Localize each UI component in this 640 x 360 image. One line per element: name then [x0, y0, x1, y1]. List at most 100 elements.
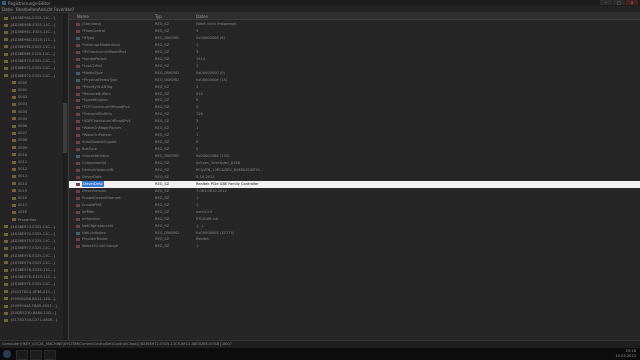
value-row[interactable]: ComponentId REG_SZ pci\ven_10ec&dev_8168	[69, 160, 640, 167]
maximize-button[interactable]: □	[613, 0, 625, 5]
value-row[interactable]: DriverDesc REG_SZ Realtek PCIe GBE Family …	[69, 180, 640, 188]
tree-item[interactable]: {4D36E971-E325-11C...}	[4, 65, 56, 72]
tree-item[interactable]: {4D36E97D-E325-11C...}	[4, 274, 56, 281]
close-button[interactable]: ×	[626, 0, 638, 5]
tree-item[interactable]: 0009	[12, 145, 27, 152]
tree-item[interactable]: {4D36E97B-E325-11C...}	[4, 267, 56, 274]
registry-key-tree[interactable]: {4D36E96A-E325-11C...} {4D36E96B-E325-11C…	[0, 13, 69, 340]
tree-item[interactable]: 0007	[12, 130, 27, 137]
registry-values-list[interactable]: Name Typ Daten (Standard) REG_SZ (Wert nic…	[69, 13, 640, 340]
value-row[interactable]: *UDPChecksumOffloadIPv4 REG_SZ 3	[69, 118, 640, 125]
tree-item[interactable]: {5175D334-C371-4806...}	[4, 317, 58, 324]
menu-help[interactable]: ?	[72, 7, 74, 12]
value-row[interactable]: *WakeOnPattern REG_SZ 1	[69, 132, 640, 139]
tree-item[interactable]: {4D36E96C-E325-11C...}	[4, 29, 56, 36]
tree-item[interactable]: 0004	[12, 109, 27, 116]
menu-favorites[interactable]: Favoriten	[54, 7, 73, 12]
column-name-header[interactable]: Name	[77, 14, 89, 19]
tree-item[interactable]: 0010	[12, 152, 27, 159]
value-type: REG_SZ	[155, 209, 170, 214]
value-row[interactable]: InfPath REG_SZ oem3.inf	[69, 209, 640, 216]
tree-item[interactable]: 0017	[12, 202, 27, 209]
value-row[interactable]: *LsoV2IPv4 REG_SZ 1	[69, 63, 640, 70]
value-row[interactable]: *IPChecksumOffloadIPv4 REG_SZ 3	[69, 49, 640, 56]
tree-item[interactable]: {4D36E974-E325-11C...}	[4, 231, 56, 238]
tree-item[interactable]: {4D36E975-E325-11C...}	[4, 238, 56, 245]
value-row[interactable]: *IfType REG_DWORD 0x00000006 (6)	[69, 35, 640, 42]
column-type-header[interactable]: Typ	[155, 14, 162, 19]
value-row[interactable]: *TCPChecksumOffloadIPv4 REG_SZ 3	[69, 104, 640, 111]
tree-item[interactable]: {4D36E972-E325-11C...}	[4, 73, 56, 80]
value-row[interactable]: BusType REG_SZ 5	[69, 146, 640, 153]
value-row[interactable]: *InterruptModeration REG_SZ 1	[69, 42, 640, 49]
value-row[interactable]: *FlowControl REG_SZ 3	[69, 28, 640, 35]
menu-file[interactable]: Datei	[2, 7, 13, 12]
value-row[interactable]: DriverVersion REG_SZ 7.063.0810.2012	[69, 188, 640, 195]
tree-item[interactable]: 0011	[12, 159, 27, 166]
tree-item[interactable]: {50906CB8-BA12-11D...}	[4, 296, 56, 303]
system-clock[interactable]: 20:18 19.03.2013	[615, 349, 636, 359]
value-row[interactable]: DeviceInstanceID REG_SZ PCI\VEN_10EC&DEV_8…	[69, 167, 640, 174]
tree-item[interactable]: {4D36E979-E325-11C...}	[4, 260, 56, 267]
tree-item[interactable]: {4D36E96F-E325-11C...}	[4, 51, 55, 58]
tree-item[interactable]: {5099944A-F6B9-4057...}	[4, 303, 57, 310]
minimize-button[interactable]: –	[600, 0, 612, 5]
value-row[interactable]: *PriorityVLANTag REG_SZ 3	[69, 84, 640, 91]
value-name: DeviceInstanceID	[82, 167, 114, 172]
start-button[interactable]	[3, 350, 11, 358]
tree-item[interactable]: 0005	[12, 116, 27, 123]
value-row[interactable]: AutoDisableGigabit REG_SZ 0	[69, 139, 640, 146]
value-row[interactable]: DriverDate REG_SZ 8-10-2012	[69, 174, 640, 181]
tree-item[interactable]: 0008	[12, 137, 27, 144]
value-row[interactable]: *TransmitBuffers REG_SZ 128	[69, 111, 640, 118]
value-row[interactable]: *ReceiveBuffers REG_SZ 512	[69, 91, 640, 98]
value-row[interactable]: EnableGreenEthernet REG_SZ 1	[69, 195, 640, 202]
tree-item[interactable]: 0013	[12, 173, 27, 180]
tree-item[interactable]: 0003	[12, 101, 27, 108]
tree-item[interactable]: {50DD5230-BA8A-11D...}	[4, 310, 57, 317]
tree-scrollbar[interactable]	[63, 13, 67, 340]
tree-item[interactable]: 0015	[12, 188, 27, 195]
tree-item[interactable]: {4D36E973-E325-11C...}	[4, 224, 56, 231]
tree-item[interactable]: {4D36E96E-E325-11C...}	[4, 44, 56, 51]
tree-item[interactable]: 0016	[12, 195, 27, 202]
menu-view[interactable]: Ansicht	[38, 7, 53, 12]
tree-item[interactable]: 0006	[12, 123, 27, 130]
column-data-header[interactable]: Daten	[196, 14, 208, 19]
tree-item[interactable]: 0014	[12, 181, 27, 188]
menu-edit[interactable]: Bearbeiten	[16, 7, 38, 12]
tree-item[interactable]: 0012	[12, 166, 27, 173]
tree-item[interactable]: {4D36E970-E325-11C...}	[4, 58, 56, 65]
tree-item[interactable]: {4D36E977-E325-11C...}	[4, 245, 56, 252]
value-row[interactable]: *SpeedDuplex REG_SZ 0	[69, 97, 640, 104]
tree-scroll-thumb[interactable]	[63, 103, 67, 153]
value-row[interactable]: *MediaType REG_DWORD 0x00000000 (0)	[69, 70, 640, 77]
tree-item[interactable]: {4D36E978-E325-11C...}	[4, 253, 56, 260]
value-row[interactable]: EnablePME REG_SZ 1	[69, 202, 640, 209]
value-row[interactable]: NetLuidIndex REG_DWORD 0x00008005 (32773)	[69, 230, 640, 237]
value-row[interactable]: Characteristics REG_DWORD 0x00000084 (132)	[69, 153, 640, 160]
value-row[interactable]: InfSection REG_SZ RTL8168.ndi	[69, 216, 640, 223]
value-row[interactable]: *JumboPacket REG_SZ 1514	[69, 56, 640, 63]
tree-item[interactable]: {4D36E96D-E325-11C...}	[4, 37, 56, 44]
tree-item[interactable]: {4D36E96A-E325-11C...}	[4, 15, 56, 22]
tree-item-label: {4D36E973-E325-11C...}	[10, 224, 56, 229]
taskbar-browser-icon[interactable]	[30, 350, 42, 360]
value-row[interactable]: ProviderName REG_SZ Realtek	[69, 236, 640, 243]
tree-item[interactable]: 0018	[12, 209, 27, 216]
tree-item[interactable]: 0001	[12, 87, 27, 94]
value-row[interactable]: WakeOnLinkChange REG_SZ 1	[69, 243, 640, 250]
tree-item[interactable]: Properties	[12, 217, 36, 224]
tree-item[interactable]: 0000	[12, 80, 27, 87]
taskbar-explorer-icon[interactable]	[16, 350, 28, 360]
value-row[interactable]: (Standard) REG_SZ (Wert nicht festgelegt)	[69, 21, 640, 28]
tree-item[interactable]: {4D36E97E-E325-11C...}	[4, 281, 56, 288]
tree-item[interactable]: 0002	[12, 94, 27, 101]
value-row[interactable]: NetCfgInstanceId REG_SZ {...}	[69, 223, 640, 230]
value-type: REG_DWORD	[155, 70, 179, 75]
value-row[interactable]: *WakeOnMagicPacket REG_SZ 1	[69, 125, 640, 132]
value-row[interactable]: *PhysicalMediaType REG_DWORD 0x0000000e (1…	[69, 77, 640, 84]
tree-item[interactable]: {50127DC3-0F36-415...}	[4, 289, 55, 296]
tree-item[interactable]: {4D36E96B-E325-11C...}	[4, 22, 56, 29]
taskbar-regedit-icon[interactable]	[44, 350, 56, 360]
